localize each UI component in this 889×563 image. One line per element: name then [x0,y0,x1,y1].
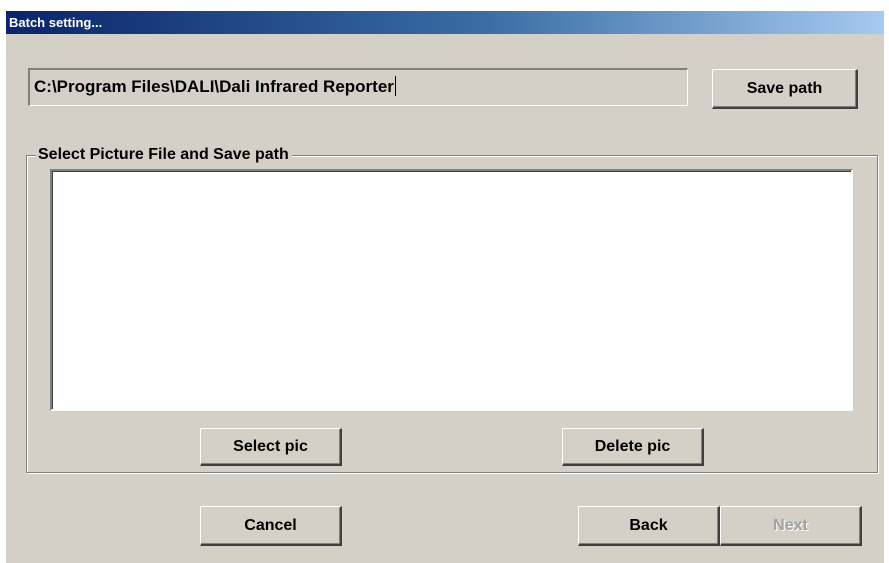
back-button[interactable]: Back [578,506,720,546]
title-bar: Batch setting... [6,11,884,34]
select-picture-group-label: Select Picture File and Save path [36,146,292,164]
save-path-input[interactable]: C:\Program Files\DALI\Dali Infrared Repo… [28,68,688,106]
cancel-button[interactable]: Cancel [200,506,342,546]
select-pic-button[interactable]: Select pic [200,428,342,466]
batch-setting-dialog: Batch setting... C:\Program Files\DALI\D… [5,10,884,563]
next-button: Next [720,506,862,546]
save-path-button[interactable]: Save path [712,69,858,109]
picture-file-list[interactable] [50,169,853,411]
delete-pic-button[interactable]: Delete pic [562,428,704,466]
save-path-value: C:\Program Files\DALI\Dali Infrared Repo… [34,77,394,96]
text-caret [394,76,396,96]
